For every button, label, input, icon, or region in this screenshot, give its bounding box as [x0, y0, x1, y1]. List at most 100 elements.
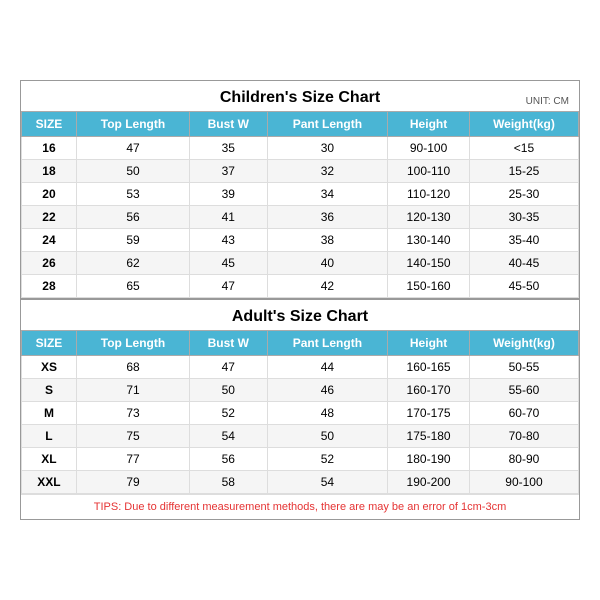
table-row: M735248170-17560-70	[22, 402, 579, 425]
table-cell: 55-60	[469, 379, 578, 402]
table-cell: 180-190	[388, 448, 470, 471]
table-cell: 40-45	[469, 252, 578, 275]
size-chart-wrapper: Children's Size Chart UNIT: CM SIZE Top …	[20, 80, 580, 520]
table-cell: 32	[267, 160, 388, 183]
table-cell: 18	[22, 160, 77, 183]
children-col-pant-length: Pant Length	[267, 112, 388, 137]
table-cell: 16	[22, 137, 77, 160]
table-cell: 41	[190, 206, 268, 229]
table-cell: 140-150	[388, 252, 470, 275]
table-row: 28654742150-16045-50	[22, 275, 579, 298]
children-col-weight: Weight(kg)	[469, 112, 578, 137]
table-cell: 46	[267, 379, 388, 402]
tips-row: TIPS: Due to different measurement metho…	[21, 494, 579, 519]
table-cell: 20	[22, 183, 77, 206]
children-col-bust: Bust W	[190, 112, 268, 137]
table-cell: 50	[76, 160, 189, 183]
table-cell: 110-120	[388, 183, 470, 206]
adult-col-top-length: Top Length	[76, 331, 189, 356]
table-cell: 56	[190, 448, 268, 471]
table-row: 26624540140-15040-45	[22, 252, 579, 275]
adult-col-pant-length: Pant Length	[267, 331, 388, 356]
children-col-height: Height	[388, 112, 470, 137]
table-cell: 79	[76, 471, 189, 494]
table-cell: 170-175	[388, 402, 470, 425]
table-cell: 52	[190, 402, 268, 425]
table-cell: 77	[76, 448, 189, 471]
table-cell: 47	[190, 356, 268, 379]
table-cell: 160-170	[388, 379, 470, 402]
table-cell: 36	[267, 206, 388, 229]
table-cell: 30-35	[469, 206, 578, 229]
children-col-top-length: Top Length	[76, 112, 189, 137]
table-row: 20533934110-12025-30	[22, 183, 579, 206]
table-cell: 90-100	[388, 137, 470, 160]
table-cell: 73	[76, 402, 189, 425]
table-cell: 50-55	[469, 356, 578, 379]
adult-title-row: Adult's Size Chart	[21, 298, 579, 330]
table-cell: 30	[267, 137, 388, 160]
table-cell: 71	[76, 379, 189, 402]
table-cell: 37	[190, 160, 268, 183]
table-row: L755450175-18070-80	[22, 425, 579, 448]
children-table: SIZE Top Length Bust W Pant Length Heigh…	[21, 111, 579, 298]
table-cell: 40	[267, 252, 388, 275]
table-cell: 35-40	[469, 229, 578, 252]
table-cell: 28	[22, 275, 77, 298]
table-cell: 35	[190, 137, 268, 160]
table-cell: 150-160	[388, 275, 470, 298]
table-cell: 47	[76, 137, 189, 160]
table-cell: XS	[22, 356, 77, 379]
adult-col-size: SIZE	[22, 331, 77, 356]
table-row: S715046160-17055-60	[22, 379, 579, 402]
table-row: 22564136120-13030-35	[22, 206, 579, 229]
table-cell: 42	[267, 275, 388, 298]
table-row: 24594338130-14035-40	[22, 229, 579, 252]
table-cell: S	[22, 379, 77, 402]
children-tbody: 1647353090-100<1518503732100-11015-25205…	[22, 137, 579, 298]
table-cell: 43	[190, 229, 268, 252]
table-row: XL775652180-19080-90	[22, 448, 579, 471]
table-cell: 54	[190, 425, 268, 448]
table-row: XXL795854190-20090-100	[22, 471, 579, 494]
table-cell: 100-110	[388, 160, 470, 183]
table-cell: 45-50	[469, 275, 578, 298]
table-cell: 80-90	[469, 448, 578, 471]
table-cell: 26	[22, 252, 77, 275]
table-cell: 24	[22, 229, 77, 252]
table-cell: 56	[76, 206, 189, 229]
tips-text: TIPS: Due to different measurement metho…	[94, 501, 506, 513]
table-cell: 15-25	[469, 160, 578, 183]
table-row: 18503732100-11015-25	[22, 160, 579, 183]
table-cell: 130-140	[388, 229, 470, 252]
table-cell: 38	[267, 229, 388, 252]
adult-col-height: Height	[388, 331, 470, 356]
table-cell: 120-130	[388, 206, 470, 229]
table-cell: M	[22, 402, 77, 425]
table-cell: L	[22, 425, 77, 448]
table-cell: 70-80	[469, 425, 578, 448]
table-cell: 52	[267, 448, 388, 471]
table-cell: 175-180	[388, 425, 470, 448]
table-cell: 75	[76, 425, 189, 448]
adult-table: SIZE Top Length Bust W Pant Length Heigh…	[21, 330, 579, 494]
children-col-size: SIZE	[22, 112, 77, 137]
table-cell: 190-200	[388, 471, 470, 494]
table-cell: <15	[469, 137, 578, 160]
table-cell: 25-30	[469, 183, 578, 206]
table-cell: 47	[190, 275, 268, 298]
table-cell: 59	[76, 229, 189, 252]
table-cell: 58	[190, 471, 268, 494]
table-cell: 53	[76, 183, 189, 206]
table-cell: 160-165	[388, 356, 470, 379]
table-row: 1647353090-100<15	[22, 137, 579, 160]
children-header-row: SIZE Top Length Bust W Pant Length Heigh…	[22, 112, 579, 137]
adult-title: Adult's Size Chart	[232, 308, 368, 326]
table-cell: 22	[22, 206, 77, 229]
adult-col-bust: Bust W	[190, 331, 268, 356]
table-cell: XXL	[22, 471, 77, 494]
children-title: Children's Size Chart	[220, 89, 380, 107]
table-cell: 68	[76, 356, 189, 379]
adult-header-row: SIZE Top Length Bust W Pant Length Heigh…	[22, 331, 579, 356]
table-row: XS684744160-16550-55	[22, 356, 579, 379]
